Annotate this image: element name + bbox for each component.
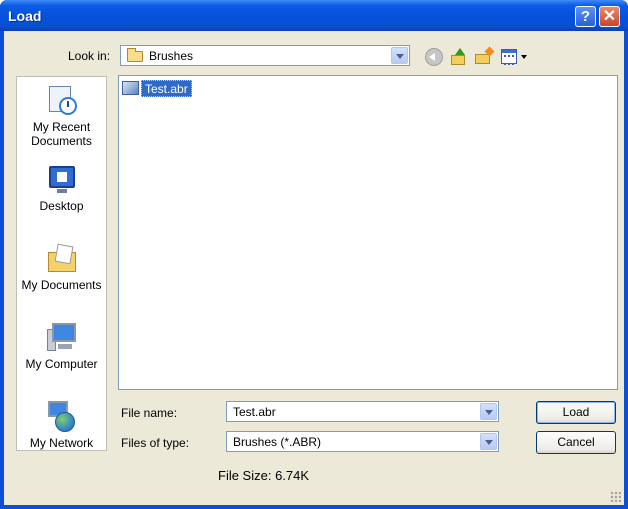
- cancel-button[interactable]: Cancel: [536, 431, 616, 454]
- places-bar: My Recent Documents Desktop My Documents…: [16, 76, 107, 451]
- my-network-icon: [46, 400, 78, 432]
- brush-file-icon: [122, 81, 139, 95]
- look-in-value: Brushes: [149, 49, 194, 63]
- files-of-type-value: Brushes (*.ABR): [233, 435, 322, 449]
- file-list[interactable]: Test.abr: [118, 75, 618, 390]
- place-label: My Recent Documents: [31, 120, 92, 148]
- folder-icon: [127, 48, 143, 62]
- chevron-down-icon[interactable]: [480, 433, 497, 450]
- place-label: My Documents: [21, 278, 102, 292]
- help-button[interactable]: ?: [575, 6, 596, 27]
- views-menu-icon[interactable]: [501, 49, 517, 65]
- new-folder-icon[interactable]: [475, 46, 495, 66]
- up-one-level-icon[interactable]: [450, 48, 468, 66]
- chevron-down-icon[interactable]: [391, 47, 408, 64]
- look-in-label: Look in:: [68, 49, 111, 63]
- title-bar[interactable]: Load ? ✕: [0, 0, 628, 31]
- file-name-text: Test.abr: [141, 80, 192, 97]
- chevron-down-icon[interactable]: [480, 403, 497, 420]
- close-button[interactable]: ✕: [599, 6, 620, 27]
- place-label: Desktop: [39, 199, 84, 213]
- files-of-type-label: Files of type:: [121, 436, 190, 450]
- desktop-icon: [46, 163, 78, 195]
- place-my-recent-documents[interactable]: My Recent Documents: [17, 84, 106, 148]
- look-in-dropdown[interactable]: Brushes: [120, 45, 410, 66]
- my-documents-icon: [46, 242, 78, 274]
- file-name-input[interactable]: Test.abr: [226, 401, 499, 422]
- place-my-documents[interactable]: My Documents: [17, 242, 106, 292]
- place-label: My Computer: [25, 357, 98, 371]
- recent-documents-icon: [46, 84, 78, 116]
- window-title: Load: [8, 8, 42, 24]
- file-name-label: File name:: [121, 406, 178, 420]
- views-dropdown-arrow-icon[interactable]: [521, 55, 527, 59]
- file-name-value[interactable]: Test.abr: [233, 405, 276, 419]
- dialog-body: Look in: Brushes My Recent Documents Des…: [4, 31, 624, 505]
- place-desktop[interactable]: Desktop: [17, 163, 106, 213]
- place-my-computer[interactable]: My Computer: [17, 321, 106, 371]
- back-arrow-icon[interactable]: [425, 48, 443, 66]
- resize-grip-icon[interactable]: [610, 491, 621, 502]
- my-computer-icon: [46, 321, 78, 353]
- load-button[interactable]: Load: [536, 401, 616, 424]
- files-of-type-dropdown[interactable]: Brushes (*.ABR): [226, 431, 499, 452]
- place-label: My Network: [29, 436, 94, 450]
- load-dialog: Load ? ✕ Look in: Brushes My Recent Docu…: [0, 0, 628, 509]
- file-size-status: File Size: 6.74K: [218, 468, 310, 483]
- place-my-network[interactable]: My Network: [17, 400, 106, 450]
